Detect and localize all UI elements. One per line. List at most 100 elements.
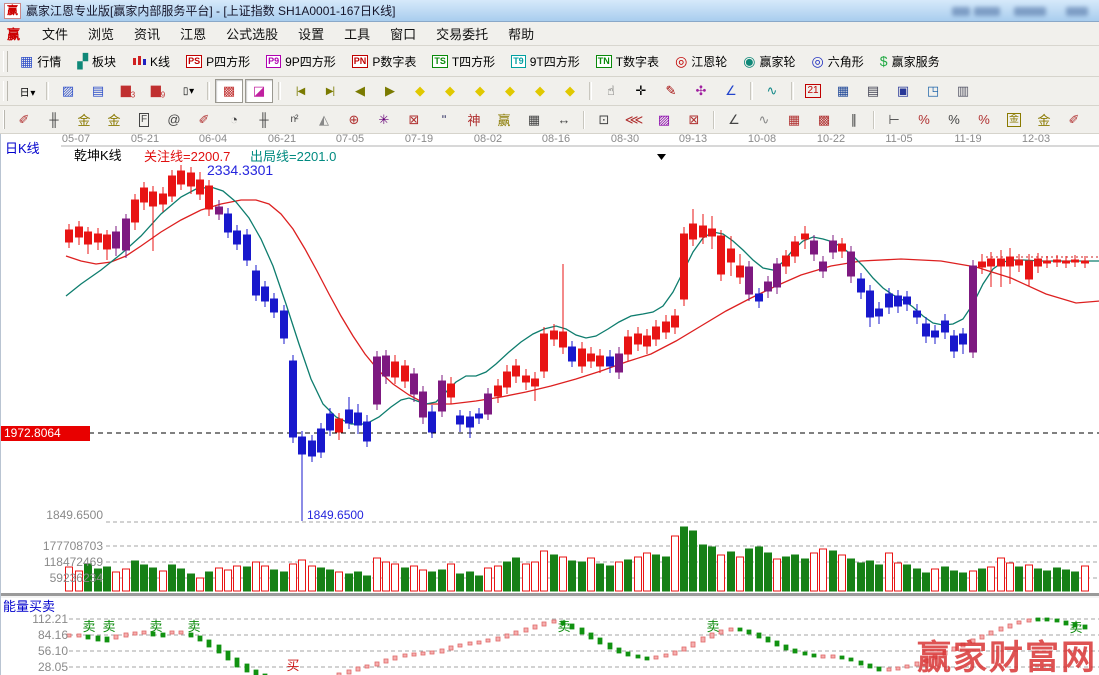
draw-pen-2[interactable]: ✐ — [190, 108, 218, 132]
btn-bars-9[interactable]: ▆9 — [144, 79, 172, 103]
draw-f-grid[interactable]: F — [130, 108, 158, 132]
toolbar-grip[interactable] — [3, 51, 8, 72]
bars-9-icon: ▆9 — [151, 82, 165, 100]
draw-n-square[interactable]: n² — [280, 108, 308, 132]
draw-angle-fan[interactable]: ◭ — [310, 108, 338, 132]
btn-crosshair-tool[interactable]: ✛ — [627, 79, 655, 103]
btn-save[interactable]: ▣ — [889, 79, 917, 103]
draw-a-wave[interactable]: A — [1090, 108, 1099, 132]
btn-gann-diamond-2[interactable]: ◆ — [436, 79, 464, 103]
btn-window-layout[interactable]: ▨ — [54, 79, 82, 103]
toolbar-button-p-square[interactable]: PSP四方形 — [178, 49, 258, 73]
btn-qiankun-toggle[interactable]: ▩ — [215, 79, 243, 103]
draw-rhythm[interactable]: ʺ — [430, 108, 458, 132]
draw-win-grid[interactable]: 赢 — [490, 108, 518, 132]
draw-star[interactable]: ✳ — [370, 108, 398, 132]
btn-hand-tool[interactable]: ☝ — [597, 79, 625, 103]
draw-dense-grid[interactable]: ▦ — [520, 108, 548, 132]
draw-draw-pen[interactable]: ✐ — [10, 108, 38, 132]
draw-grid-lines[interactable]: ╫ — [40, 108, 68, 132]
draw-gold-grid-1[interactable]: 金 — [70, 108, 98, 132]
toolbar-grip[interactable] — [3, 110, 5, 129]
menu-item-4[interactable]: 公式选股 — [216, 25, 288, 44]
draw-red-grid-1[interactable]: ▦ — [780, 108, 808, 132]
draw-red-grid-2[interactable]: ▩ — [810, 108, 838, 132]
draw-ruler[interactable]: ⊢ — [880, 108, 908, 132]
draw-pen-3[interactable]: ✐ — [1060, 108, 1088, 132]
menu-item-3[interactable]: 江恩 — [170, 25, 216, 44]
btn-candle-style-dropdown[interactable]: ▯ ▾ — [174, 79, 202, 103]
draw-gann-box[interactable]: ▨ — [650, 108, 678, 132]
menu-item-7[interactable]: 窗口 — [380, 25, 426, 44]
draw-target[interactable]: ⊕ — [340, 108, 368, 132]
btn-go-last[interactable]: ▶| — [316, 79, 344, 103]
menu-item-5[interactable]: 设置 — [288, 25, 334, 44]
toolbar-button-gann-wheel[interactable]: ◎江恩轮 — [667, 49, 735, 73]
draw-gold-grid-2[interactable]: 金 — [100, 108, 128, 132]
btn-gann-diamond-1[interactable]: ◆ — [406, 79, 434, 103]
kline-chart-area[interactable]: 日K线 乾坤K线 关注线=2200.7 出局线=2201.0 2334.3301… — [0, 134, 1099, 675]
toolbar-grip[interactable] — [3, 81, 8, 101]
toolbar-button-market[interactable]: ▦行情 — [12, 49, 69, 73]
draw-gold-line[interactable]: 金 — [1030, 108, 1058, 132]
btn-calculator[interactable]: ▦ — [829, 79, 857, 103]
draw-gold-circle[interactable]: 金 — [1000, 108, 1028, 132]
toolbar-button-kline[interactable]: K线 — [124, 49, 178, 73]
indicator-axis-tick: 56.10 — [1, 644, 68, 658]
btn-profile-toggle[interactable]: ◪ — [245, 79, 273, 103]
menu-item-8[interactable]: 交易委托 — [426, 25, 498, 44]
toolbar-button-t-square[interactable]: TST四方形 — [424, 49, 503, 73]
btn-print[interactable]: ▥ — [949, 79, 977, 103]
toolbar-button-9t-square[interactable]: T99T四方形 — [503, 49, 588, 73]
draw-wave-2[interactable]: ∿ — [750, 108, 778, 132]
btn-gann-diamond-4[interactable]: ◆ — [496, 79, 524, 103]
btn-notes[interactable]: ▤ — [859, 79, 887, 103]
draw-spiral[interactable]: @ — [160, 108, 188, 132]
btn-bars-3[interactable]: ▆3 — [114, 79, 142, 103]
btn-go-first[interactable]: |◀ — [286, 79, 314, 103]
draw-time-circle[interactable]: ◔ — [220, 108, 248, 132]
menu-item-6[interactable]: 工具 — [334, 25, 380, 44]
go-prev-icon: ◀ — [355, 83, 365, 99]
hash-lines-icon: ╫ — [259, 112, 268, 127]
toolbar-button-9p-square[interactable]: P99P四方形 — [258, 49, 344, 73]
date-axis-label: 11-05 — [877, 133, 921, 145]
menu-item-0[interactable]: 文件 — [32, 25, 78, 44]
btn-gann-diamond-6[interactable]: ◆ — [556, 79, 584, 103]
toolbar-button-t-table[interactable]: TNT数字表 — [588, 49, 667, 73]
btn-pen-tool[interactable]: ✎ — [657, 79, 685, 103]
btn-wave-tool[interactable]: ∿ — [758, 79, 786, 103]
draw-hash-lines[interactable]: ╫ — [250, 108, 278, 132]
btn-period-day-dropdown[interactable]: 日 ▾ — [13, 79, 41, 103]
draw-h-span[interactable]: ↔ — [550, 108, 578, 132]
toolbar-button-sectors[interactable]: ▞板块 — [69, 49, 124, 73]
btn-info-panel[interactable]: ▤ — [84, 79, 112, 103]
btn-purple-tool[interactable]: ✣ — [687, 79, 715, 103]
btn-network[interactable]: ◳ — [919, 79, 947, 103]
menu-item-1[interactable]: 浏览 — [78, 25, 124, 44]
toolbar-button-winner-wheel[interactable]: ◉赢家轮 — [735, 49, 803, 73]
menu-item-9[interactable]: 帮助 — [498, 25, 544, 44]
toolbar-button-p-table[interactable]: PNP数字表 — [344, 49, 425, 73]
btn-gann-diamond-3[interactable]: ◆ — [466, 79, 494, 103]
draw-shen-grid[interactable]: 神 — [460, 108, 488, 132]
draw-gann-grid[interactable]: ⊠ — [680, 108, 708, 132]
draw-pct-2[interactable]: % — [940, 108, 968, 132]
toolbar-button-hexagon[interactable]: ◎六角形 — [804, 49, 872, 73]
btn-angle-tool[interactable]: ∠ — [717, 79, 745, 103]
purple-tool-icon: ✣ — [696, 83, 707, 99]
btn-go-next[interactable]: ▶ — [376, 79, 404, 103]
draw-pct-1[interactable]: % — [910, 108, 938, 132]
btn-calendar[interactable]: 21 — [799, 79, 827, 103]
menu-item-2[interactable]: 资讯 — [124, 25, 170, 44]
draw-box-star[interactable]: ⊠ — [400, 108, 428, 132]
btn-go-prev[interactable]: ◀ — [346, 79, 374, 103]
draw-pct-3[interactable]: % — [970, 108, 998, 132]
draw-box-select[interactable]: ⊡ — [590, 108, 618, 132]
btn-gann-diamond-5[interactable]: ◆ — [526, 79, 554, 103]
draw-slash-lines[interactable]: ∥ — [840, 108, 868, 132]
draw-angle-pen[interactable]: ∠ — [720, 108, 748, 132]
draw-fan-lines[interactable]: ⋘ — [620, 108, 648, 132]
toolbar-button-winner-service[interactable]: $赢家服务 — [872, 49, 948, 73]
grid-lines-icon: ╫ — [49, 112, 58, 127]
